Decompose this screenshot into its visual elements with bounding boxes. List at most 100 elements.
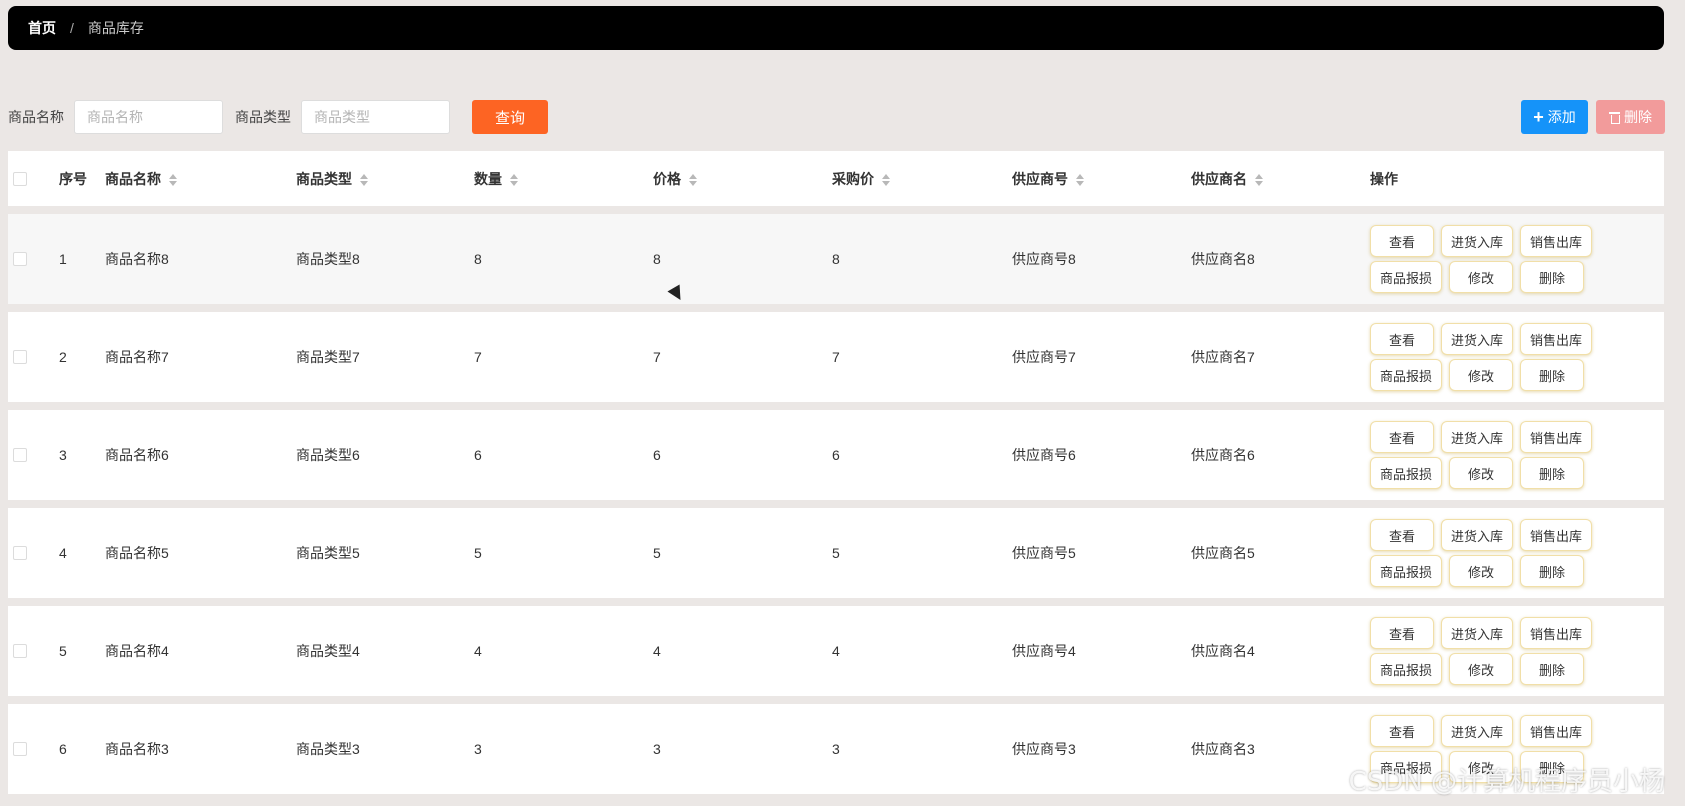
row-actions: 查看 进货入库 销售出库商品报损 修改 删除: [1370, 319, 1592, 395]
view-button[interactable]: 查看: [1370, 519, 1434, 551]
cell-type: 商品类型3: [296, 741, 360, 757]
cell-index: 6: [59, 741, 67, 757]
row-checkbox[interactable]: [13, 644, 27, 658]
cell-supplier-id: 供应商号5: [1012, 545, 1076, 561]
sort-icon[interactable]: [1076, 173, 1084, 186]
batch-delete-button[interactable]: 删除: [1596, 100, 1665, 134]
cell-name: 商品名称7: [105, 349, 169, 365]
header-supplier-id[interactable]: 供应商号: [1012, 169, 1084, 189]
trash-icon: [1609, 111, 1620, 124]
header-supplier-name[interactable]: 供应商名: [1191, 169, 1263, 189]
cell-name: 商品名称8: [105, 251, 169, 267]
edit-button[interactable]: 修改: [1449, 261, 1513, 293]
select-all-checkbox[interactable]: [13, 171, 27, 186]
breadcrumb: 首页 / 商品库存: [8, 6, 1664, 50]
sort-icon[interactable]: [689, 173, 697, 186]
sort-icon[interactable]: [169, 173, 177, 186]
row-checkbox[interactable]: [13, 350, 27, 364]
row-checkbox[interactable]: [13, 546, 27, 560]
query-button[interactable]: 查询: [472, 100, 548, 134]
delete-button[interactable]: 删除: [1520, 457, 1584, 489]
edit-button[interactable]: 修改: [1449, 555, 1513, 587]
sales-out-button[interactable]: 销售出库: [1520, 421, 1592, 453]
cell-supplier-name: 供应商名6: [1191, 447, 1255, 463]
cell-type: 商品类型8: [296, 251, 360, 267]
damage-report-button[interactable]: 商品报损: [1370, 653, 1442, 685]
stock-in-button[interactable]: 进货入库: [1441, 519, 1513, 551]
delete-button[interactable]: 删除: [1520, 261, 1584, 293]
cell-purchase: 8: [832, 251, 840, 267]
header-name[interactable]: 商品名称: [105, 169, 177, 189]
edit-button[interactable]: 修改: [1449, 457, 1513, 489]
view-button[interactable]: 查看: [1370, 225, 1434, 257]
toolbar-actions: + 添加 删除: [1521, 100, 1665, 134]
cell-qty: 4: [474, 643, 482, 659]
damage-report-button[interactable]: 商品报损: [1370, 457, 1442, 489]
sort-icon[interactable]: [882, 173, 890, 186]
header-qty[interactable]: 数量: [474, 169, 518, 189]
type-label: 商品类型: [235, 109, 291, 125]
cell-purchase: 4: [832, 643, 840, 659]
cell-name: 商品名称5: [105, 545, 169, 561]
cell-index: 3: [59, 447, 67, 463]
sort-icon[interactable]: [1255, 173, 1263, 186]
delete-button[interactable]: 删除: [1520, 653, 1584, 685]
delete-button[interactable]: 删除: [1520, 359, 1584, 391]
cell-price: 3: [653, 741, 661, 757]
breadcrumb-current: 商品库存: [87, 20, 144, 36]
view-button[interactable]: 查看: [1370, 323, 1434, 355]
sort-icon[interactable]: [360, 173, 368, 186]
view-button[interactable]: 查看: [1370, 617, 1434, 649]
edit-button[interactable]: 修改: [1449, 359, 1513, 391]
row-checkbox[interactable]: [13, 742, 27, 756]
cell-supplier-id: 供应商号8: [1012, 251, 1076, 267]
sales-out-button[interactable]: 销售出库: [1520, 323, 1592, 355]
breadcrumb-home[interactable]: 首页: [28, 18, 56, 38]
damage-report-button[interactable]: 商品报损: [1370, 261, 1442, 293]
header-type[interactable]: 商品类型: [296, 169, 368, 189]
cell-name: 商品名称3: [105, 741, 169, 757]
edit-button[interactable]: 修改: [1449, 653, 1513, 685]
header-name-label: 商品名称: [105, 170, 161, 187]
delete-button[interactable]: 删除: [1520, 555, 1584, 587]
row-actions: 查看 进货入库 销售出库商品报损 修改 删除: [1370, 221, 1592, 297]
name-search-input[interactable]: [74, 100, 223, 134]
stock-in-button[interactable]: 进货入库: [1441, 323, 1513, 355]
header-qty-label: 数量: [474, 170, 502, 187]
cell-purchase: 5: [832, 545, 840, 561]
plus-icon: +: [1533, 107, 1544, 127]
damage-report-button[interactable]: 商品报损: [1370, 555, 1442, 587]
add-button[interactable]: + 添加: [1521, 100, 1588, 134]
cell-price: 6: [653, 447, 661, 463]
cell-index: 4: [59, 545, 67, 561]
table-row: 3 商品名称6 商品类型6 6 6 6 供应商号6 供应商名6 查看 进货入库 销售出库 商品报损 修改…: [8, 410, 1664, 500]
row-checkbox[interactable]: [13, 448, 27, 462]
stock-in-button[interactable]: 进货入库: [1441, 421, 1513, 453]
cell-type: 商品类型4: [296, 643, 360, 659]
cell-supplier-name: 供应商名8: [1191, 251, 1255, 267]
view-button[interactable]: 查看: [1370, 715, 1434, 747]
row-checkbox[interactable]: [13, 252, 27, 266]
row-actions: 查看 进货入库 销售出库商品报损 修改 删除: [1370, 613, 1592, 689]
sales-out-button[interactable]: 销售出库: [1520, 617, 1592, 649]
stock-in-button[interactable]: 进货入库: [1441, 225, 1513, 257]
search-bar: 商品名称 商品类型 查询 + 添加 删除: [8, 99, 1665, 135]
sales-out-button[interactable]: 销售出库: [1520, 225, 1592, 257]
sort-icon[interactable]: [510, 173, 518, 186]
cell-purchase: 7: [832, 349, 840, 365]
header-price[interactable]: 价格: [653, 169, 697, 189]
cell-supplier-id: 供应商号7: [1012, 349, 1076, 365]
add-button-label: 添加: [1547, 109, 1576, 125]
damage-report-button[interactable]: 商品报损: [1370, 359, 1442, 391]
type-search-input[interactable]: [301, 100, 450, 134]
sales-out-button[interactable]: 销售出库: [1520, 519, 1592, 551]
view-button[interactable]: 查看: [1370, 421, 1434, 453]
sales-out-button[interactable]: 销售出库: [1520, 715, 1592, 747]
cell-name: 商品名称6: [105, 447, 169, 463]
cell-index: 1: [59, 251, 67, 267]
stock-in-button[interactable]: 进货入库: [1441, 715, 1513, 747]
stock-in-button[interactable]: 进货入库: [1441, 617, 1513, 649]
row-actions: 查看 进货入库 销售出库商品报损 修改 删除: [1370, 417, 1592, 493]
header-purchase[interactable]: 采购价: [832, 169, 890, 189]
header-index: 序号: [59, 170, 87, 187]
